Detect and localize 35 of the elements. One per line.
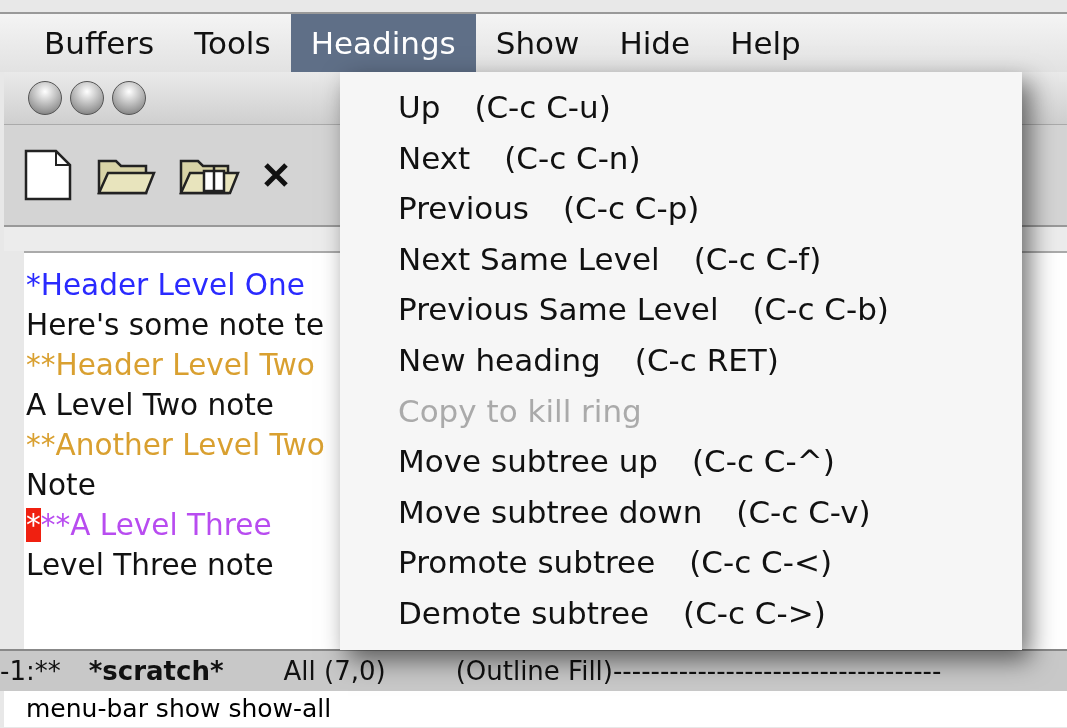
mode-line-status: -1:** <box>0 656 61 686</box>
buffer-name: *scratch* <box>88 656 224 686</box>
menu-item[interactable]: New heading (C-c RET) <box>398 334 1022 386</box>
menu-bar-item[interactable]: Help <box>710 14 821 72</box>
buffer-line: **A Level Three <box>40 508 272 542</box>
menu-item[interactable]: Next Same Level (C-c C-f) <box>398 233 1022 285</box>
menu-item[interactable]: Previous Same Level (C-c C-b) <box>398 284 1022 335</box>
window-control-button[interactable] <box>112 81 146 115</box>
menu-bar-item[interactable]: Show <box>475 14 600 72</box>
menu-item[interactable]: Move subtree up (C-c C-^) <box>398 436 1022 487</box>
buffer-line: *Header Level One <box>26 268 305 302</box>
menu-bar-item[interactable]: Hide <box>599 14 711 72</box>
close-icon[interactable] <box>262 161 290 189</box>
menu-bar-item[interactable]: Headings <box>290 14 476 72</box>
mode-names: (Outline Fill)----------------------------------- <box>455 656 942 686</box>
buffer-line: **Another Level Two <box>26 428 325 462</box>
new-document-icon[interactable] <box>22 148 74 202</box>
minibuffer-text: menu-bar show show-all <box>4 691 1067 727</box>
buffer-line: Level Three note <box>26 548 274 582</box>
buffer-line: Here's some note te <box>26 308 325 342</box>
text-cursor: * <box>26 508 41 542</box>
menu-item[interactable]: Next (C-c C-n) <box>398 132 1022 184</box>
menu-bar-item[interactable]: Buffers <box>24 14 175 72</box>
buffer-line: A Level Two note <box>26 388 274 422</box>
buffer-position: All (7,0) <box>283 656 386 686</box>
menu-item[interactable]: Up (C-c C-u) <box>398 82 1022 133</box>
menu-item[interactable]: Promote subtree (C-c C-<) <box>398 537 1022 588</box>
buffer-line: **Header Level Two <box>26 348 315 382</box>
buffer-line: Note <box>26 468 96 502</box>
menu-item[interactable]: Previous (C-c C-p) <box>398 183 1022 234</box>
menu-bar-item[interactable]: Tools <box>174 14 291 72</box>
menu-item[interactable]: Move subtree down (C-c C-v) <box>398 486 1022 538</box>
menu-item[interactable]: Demote subtree (C-c C->) <box>398 587 1022 639</box>
window-control-button[interactable] <box>28 81 62 115</box>
window-control-button[interactable] <box>70 81 104 115</box>
